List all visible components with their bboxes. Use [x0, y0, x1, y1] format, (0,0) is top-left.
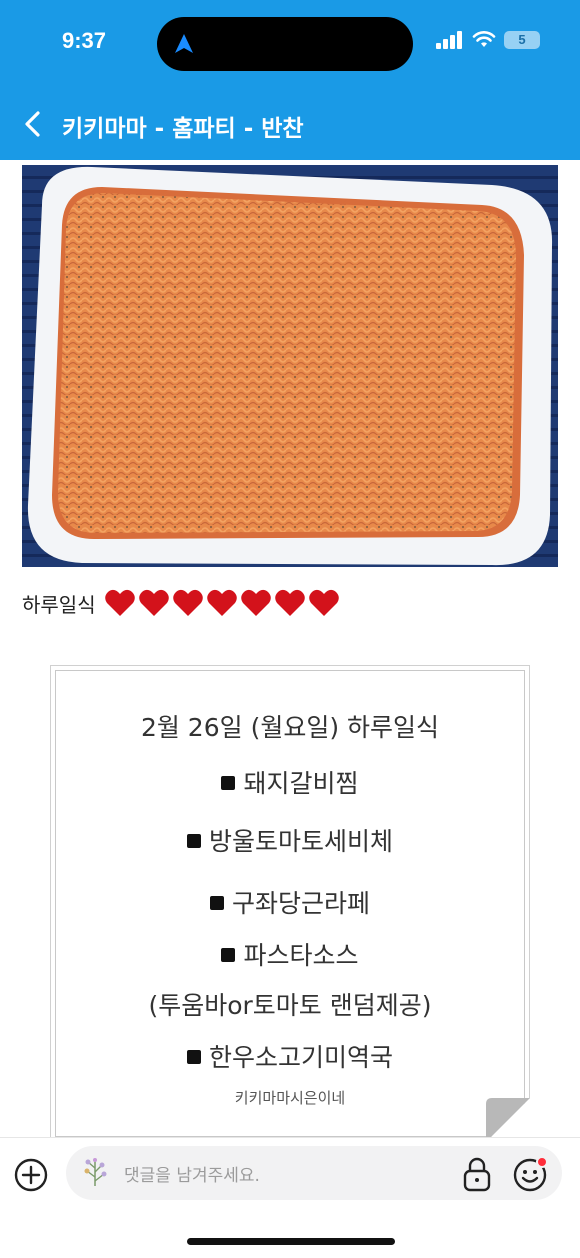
location-arrow-icon [175, 34, 193, 53]
page-curl-icon [486, 1098, 530, 1142]
comment-placeholder: 댓글을 남겨주세요. [124, 1166, 260, 1186]
post-caption: 하루일식 [22, 588, 340, 618]
menu-item-note: (투움바or토마토 랜덤제공) [148, 991, 432, 1020]
bullet-icon [186, 834, 201, 848]
comment-input[interactable]: 댓글을 남겨주세요. [66, 1146, 562, 1200]
heart-icon [172, 589, 203, 616]
heart-icon [240, 589, 271, 616]
post-photo[interactable] [22, 165, 558, 567]
dynamic-island [157, 17, 413, 71]
page-title: 키키마마 - 홈파티 - 반찬 [62, 116, 304, 142]
menu-date-line: 2월 26일 (월요일) 하루일식 [140, 713, 440, 742]
menu-item: 방울토마토세비체 [51, 822, 529, 858]
plus-circle-icon[interactable] [14, 1158, 48, 1192]
heart-icon [274, 589, 305, 616]
heart-icon [206, 589, 237, 616]
status-bar: 9:37 5 [0, 0, 580, 86]
status-icons: 5 [436, 31, 540, 49]
battery-level: 5 [518, 32, 526, 47]
menu-item: 한우소고기미역국 [51, 1038, 529, 1074]
caption-text: 하루일식 [22, 592, 96, 617]
back-chevron-icon[interactable] [18, 108, 50, 140]
bullet-icon [209, 896, 224, 910]
bullet-icon [221, 776, 236, 790]
emoji-icon[interactable] [512, 1155, 550, 1193]
wifi-icon [472, 31, 496, 47]
heart-icon [138, 589, 169, 616]
avatar [84, 1158, 107, 1186]
bullet-icon [186, 1050, 201, 1064]
menu-item: 구좌당근라페 [51, 884, 529, 920]
heart-icon [308, 589, 339, 616]
nav-bar: 키키마마 - 홈파티 - 반찬 [0, 86, 580, 160]
comment-bar: 댓글을 남겨주세요. [0, 1137, 580, 1258]
menu-card: 2월 26일 (월요일) 하루일식 돼지갈비찜 방울토마토세비체 구좌당근라페 … [50, 665, 530, 1142]
status-time: 9:37 [62, 28, 107, 53]
bullet-icon [221, 948, 236, 962]
hearts-row [104, 588, 340, 618]
lock-icon[interactable] [460, 1156, 494, 1192]
battery-icon: 5 [504, 31, 540, 49]
signal-icon [436, 31, 462, 49]
home-indicator [187, 1238, 395, 1245]
menu-item: 파스타소스 [51, 936, 529, 972]
heart-icon [104, 589, 135, 616]
menu-item: 돼지갈비찜 [51, 764, 529, 800]
menu-signature: 키키마마시은이네 [234, 1089, 346, 1107]
